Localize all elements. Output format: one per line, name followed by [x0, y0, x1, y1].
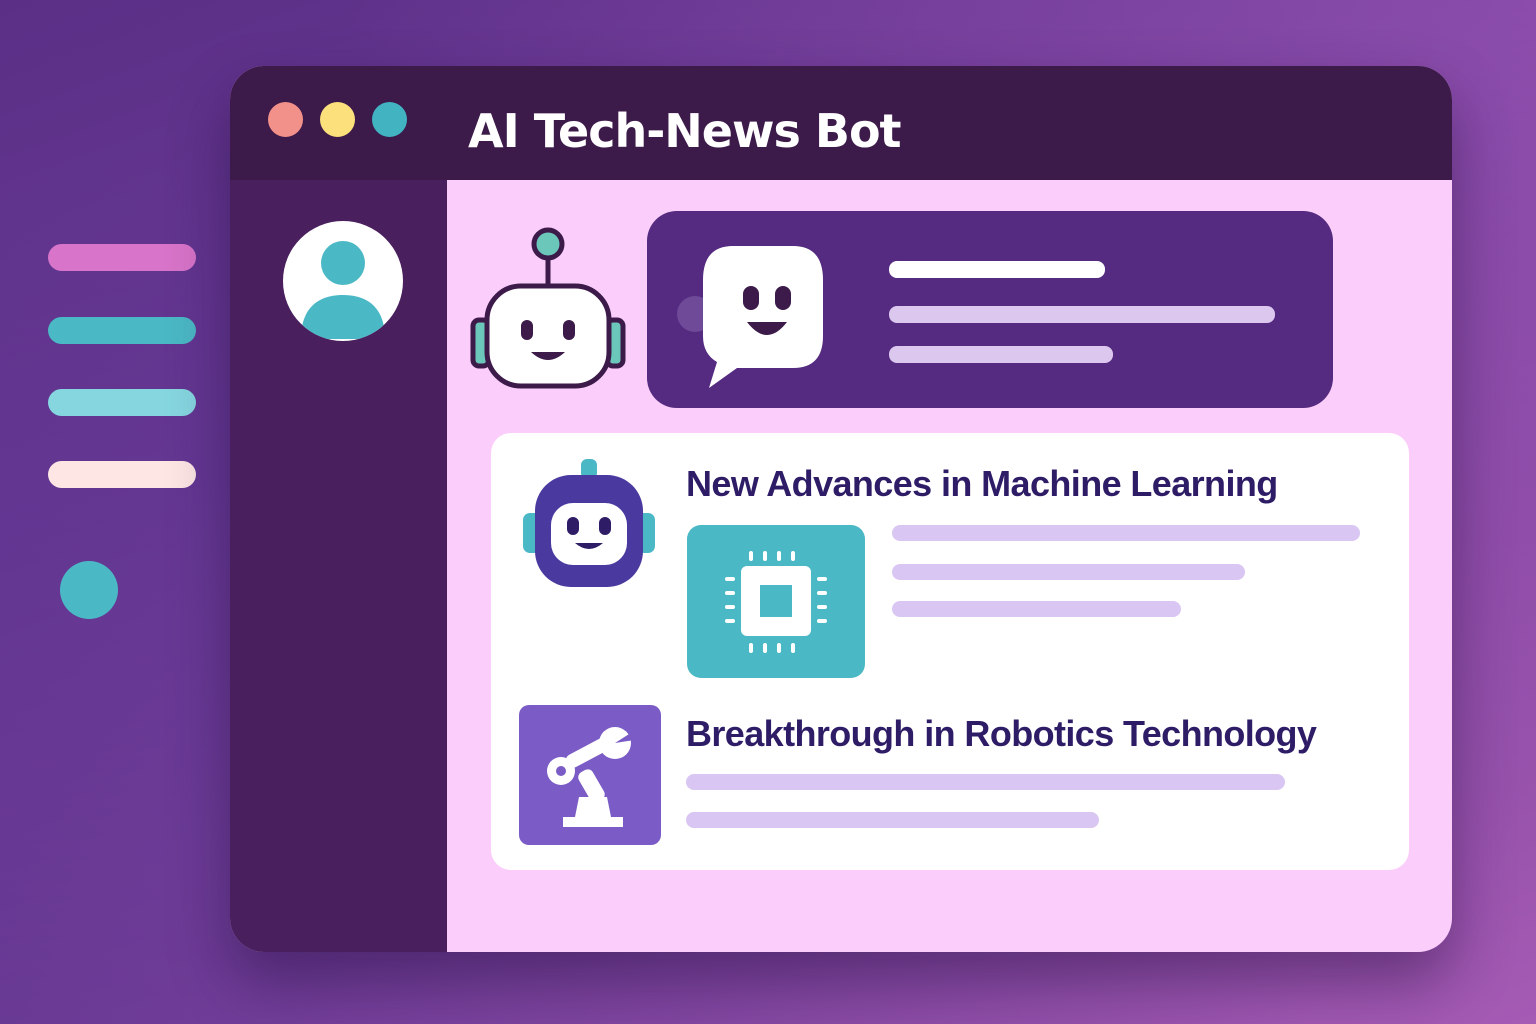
main-content: New Advances in Machine Learning Breakth… — [447, 180, 1452, 952]
deco-bar — [48, 244, 196, 271]
news-headline[interactable]: Breakthrough in Robotics Technology — [686, 713, 1317, 755]
zoom-button[interactable] — [372, 102, 407, 137]
summary-line-placeholder — [892, 564, 1245, 580]
summary-line-placeholder — [686, 812, 1099, 828]
chat-bubble-icon — [677, 246, 823, 388]
news-headline[interactable]: New Advances in Machine Learning — [686, 463, 1278, 505]
deco-bar — [48, 389, 196, 416]
message-line-placeholder — [889, 306, 1275, 323]
summary-line-placeholder — [892, 525, 1360, 541]
user-icon — [301, 241, 385, 339]
robotic-arm-icon — [547, 727, 641, 827]
news-feed-card: New Advances in Machine Learning Breakth… — [491, 433, 1409, 870]
minimize-button[interactable] — [320, 102, 355, 137]
app-title: AI Tech-News Bot — [468, 104, 902, 158]
chip-icon — [725, 551, 827, 653]
news-thumbnail[interactable] — [687, 525, 865, 678]
bot-message-card[interactable] — [647, 211, 1333, 408]
news-thumbnail[interactable] — [519, 705, 661, 845]
deco-bar — [48, 461, 196, 488]
sidebar — [230, 180, 447, 952]
robot-icon — [523, 459, 655, 587]
message-line-placeholder — [889, 261, 1105, 278]
app-window: AI Tech-News Bot New Advances in Machine… — [230, 66, 1452, 952]
title-bar: AI Tech-News Bot — [230, 66, 1452, 180]
robot-icon — [470, 227, 626, 389]
close-button[interactable] — [268, 102, 303, 137]
message-line-placeholder — [889, 346, 1113, 363]
deco-bar — [48, 317, 196, 344]
summary-line-placeholder — [892, 601, 1181, 617]
summary-line-placeholder — [686, 774, 1285, 790]
user-avatar[interactable] — [283, 221, 403, 341]
deco-dot — [60, 561, 118, 619]
